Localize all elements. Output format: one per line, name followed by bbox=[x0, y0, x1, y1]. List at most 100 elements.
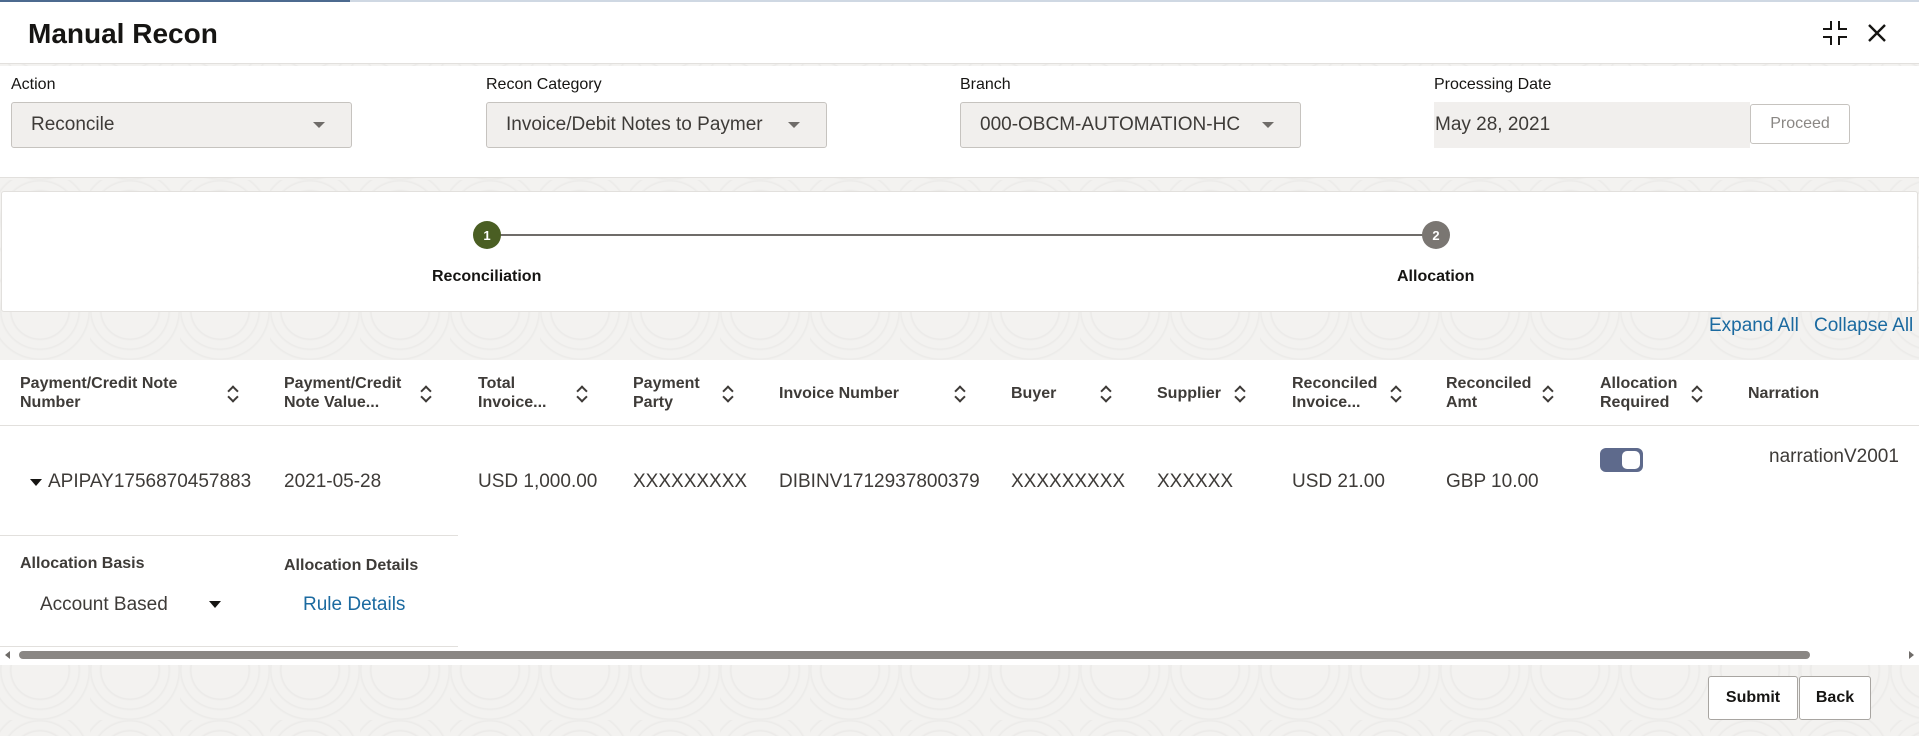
chevron-down-icon bbox=[1262, 122, 1274, 128]
chevron-down-icon bbox=[313, 122, 325, 128]
sort-icon[interactable] bbox=[1691, 385, 1703, 401]
submit-button[interactable]: Submit bbox=[1708, 676, 1798, 720]
column-header-invoice-number[interactable]: Invoice Number bbox=[779, 384, 899, 403]
action-group: Action Reconcile bbox=[11, 76, 352, 148]
cell-narration: narrationV2001 bbox=[1769, 446, 1899, 467]
processing-date-label: Processing Date bbox=[1434, 76, 1552, 93]
column-header-line1: Invoice Number bbox=[779, 385, 900, 402]
processing-date-field: May 28, 2021 bbox=[1434, 102, 1750, 148]
rule-details-link[interactable]: Rule Details bbox=[303, 594, 405, 616]
collapse-window-icon[interactable] bbox=[1820, 18, 1850, 48]
recon-category-label: Recon Category bbox=[486, 76, 602, 93]
sort-icon[interactable] bbox=[1542, 385, 1554, 401]
branch-value: 000-OBCM-AUTOMATION-HC bbox=[980, 114, 1241, 135]
allocation-required-toggle[interactable] bbox=[1600, 448, 1643, 472]
action-select[interactable]: Reconcile bbox=[11, 102, 352, 148]
processing-date-group: Processing Date May 28, 2021 bbox=[1434, 76, 1750, 148]
sort-icon[interactable] bbox=[1100, 385, 1112, 401]
cell-payment-number: APIPAY1756870457883 bbox=[30, 471, 251, 493]
column-header-line1: Total bbox=[478, 375, 516, 392]
grid-header: Payment/Credit Note Number Payment/Credi… bbox=[0, 360, 1919, 426]
table-row[interactable]: APIPAY1756870457883 2021-05-28 USD 1,000… bbox=[0, 426, 1919, 536]
cell-reconciled-amt: GBP 10.00 bbox=[1446, 471, 1539, 492]
column-header-line1: Reconciled bbox=[1292, 375, 1378, 392]
cell-total-invoice: USD 1,000.00 bbox=[478, 471, 598, 492]
allocation-details-label: Allocation Details bbox=[284, 557, 419, 574]
dialog-header: Manual Recon bbox=[0, 2, 1919, 64]
column-header-line1: Buyer bbox=[1011, 385, 1057, 402]
action-label: Action bbox=[11, 76, 56, 93]
scrollbar-thumb[interactable] bbox=[19, 651, 1810, 659]
column-header-line1: Payment/Credit bbox=[284, 375, 402, 392]
step-1-indicator[interactable]: 1 bbox=[473, 221, 501, 249]
step-2-label: Allocation bbox=[1397, 268, 1475, 285]
close-icon[interactable] bbox=[1862, 18, 1892, 48]
column-header-supplier[interactable]: Supplier bbox=[1157, 384, 1221, 403]
allocation-basis-select[interactable]: Account Based bbox=[40, 594, 168, 616]
scroll-right-icon[interactable] bbox=[1909, 651, 1914, 659]
column-header-line2: Amt bbox=[1446, 394, 1478, 411]
collapse-all-link[interactable]: Collapse All bbox=[1814, 315, 1913, 337]
column-header-line2: Invoice... bbox=[478, 394, 547, 411]
back-button[interactable]: Back bbox=[1799, 676, 1871, 720]
chevron-down-icon bbox=[788, 122, 800, 128]
cell-payment-value-date: 2021-05-28 bbox=[284, 471, 382, 492]
recon-grid: Payment/Credit Note Number Payment/Credi… bbox=[0, 360, 1919, 665]
branch-label: Branch bbox=[960, 76, 1011, 93]
column-header-payment-number[interactable]: Payment/Credit Note Number bbox=[20, 374, 177, 412]
proceed-button[interactable]: Proceed bbox=[1750, 104, 1850, 144]
branch-group: Branch 000-OBCM-AUTOMATION-HC bbox=[960, 76, 1301, 148]
column-header-line2: Party bbox=[633, 394, 674, 411]
column-header-line1: Allocation bbox=[1600, 375, 1678, 392]
expand-all-link[interactable]: Expand All bbox=[1709, 315, 1799, 337]
payment-number-text: APIPAY1756870457883 bbox=[48, 471, 252, 492]
column-header-total-invoice[interactable]: Total Invoice... bbox=[478, 374, 546, 412]
column-header-reconciled-amt[interactable]: Reconciled Amt bbox=[1446, 374, 1531, 412]
column-header-payment-party[interactable]: Payment Party bbox=[633, 374, 700, 412]
filter-panel: Action Reconcile Recon Category Invoice/… bbox=[0, 66, 1919, 178]
sort-icon[interactable] bbox=[1390, 385, 1402, 401]
detail-bottom-divider bbox=[0, 646, 458, 647]
column-header-reconciled-invoice[interactable]: Reconciled Invoice... bbox=[1292, 374, 1377, 412]
horizontal-scrollbar[interactable] bbox=[0, 648, 1919, 662]
stepper: 1 2 Reconciliation Allocation bbox=[1, 191, 1918, 312]
column-header-line1: Supplier bbox=[1157, 385, 1222, 402]
column-header-buyer[interactable]: Buyer bbox=[1011, 384, 1056, 403]
column-header-narration: Narration bbox=[1748, 384, 1819, 403]
recon-category-select[interactable]: Invoice/Debit Notes to Paymer bbox=[486, 102, 827, 148]
step-1-label: Reconciliation bbox=[432, 268, 542, 285]
cell-buyer: XXXXXXXXX bbox=[1011, 471, 1126, 492]
detail-divider bbox=[0, 535, 458, 536]
chevron-down-icon[interactable] bbox=[209, 601, 221, 608]
column-header-line2: Invoice... bbox=[1292, 394, 1361, 411]
column-header-line1: Reconciled bbox=[1446, 375, 1532, 392]
expand-row-icon[interactable] bbox=[30, 479, 42, 486]
column-header-line2: Number bbox=[20, 394, 81, 411]
recon-category-group: Recon Category Invoice/Debit Notes to Pa… bbox=[486, 76, 827, 148]
sort-icon[interactable] bbox=[722, 385, 734, 401]
sort-icon[interactable] bbox=[576, 385, 588, 401]
allocation-basis-label: Allocation Basis bbox=[20, 555, 145, 572]
column-header-line2: Required bbox=[1600, 394, 1670, 411]
page-title: Manual Recon bbox=[28, 18, 218, 49]
sort-icon[interactable] bbox=[420, 385, 432, 401]
action-value: Reconcile bbox=[31, 114, 115, 135]
step-2-indicator[interactable]: 2 bbox=[1422, 221, 1450, 249]
processing-date-value: May 28, 2021 bbox=[1435, 114, 1551, 135]
column-header-allocation-required[interactable]: Allocation Required bbox=[1600, 374, 1677, 412]
cell-payment-party: XXXXXXXXX bbox=[633, 471, 748, 492]
stepper-connector bbox=[487, 234, 1437, 236]
cell-supplier: XXXXXX bbox=[1157, 471, 1234, 492]
column-header-line1: Payment/Credit Note bbox=[20, 375, 178, 392]
sort-icon[interactable] bbox=[954, 385, 966, 401]
column-header-line1: Payment bbox=[633, 375, 700, 392]
scroll-left-icon[interactable] bbox=[5, 651, 10, 659]
cell-reconciled-invoice: USD 21.00 bbox=[1292, 471, 1385, 492]
cell-invoice-number: DIBINV1712937800379 bbox=[779, 471, 980, 492]
column-header-line1: Narration bbox=[1748, 385, 1820, 402]
branch-select[interactable]: 000-OBCM-AUTOMATION-HC bbox=[960, 102, 1301, 148]
sort-icon[interactable] bbox=[1234, 385, 1246, 401]
recon-category-value: Invoice/Debit Notes to Paymer bbox=[506, 114, 763, 135]
sort-icon[interactable] bbox=[227, 385, 239, 401]
column-header-payment-value-date[interactable]: Payment/Credit Note Value... bbox=[284, 374, 401, 412]
